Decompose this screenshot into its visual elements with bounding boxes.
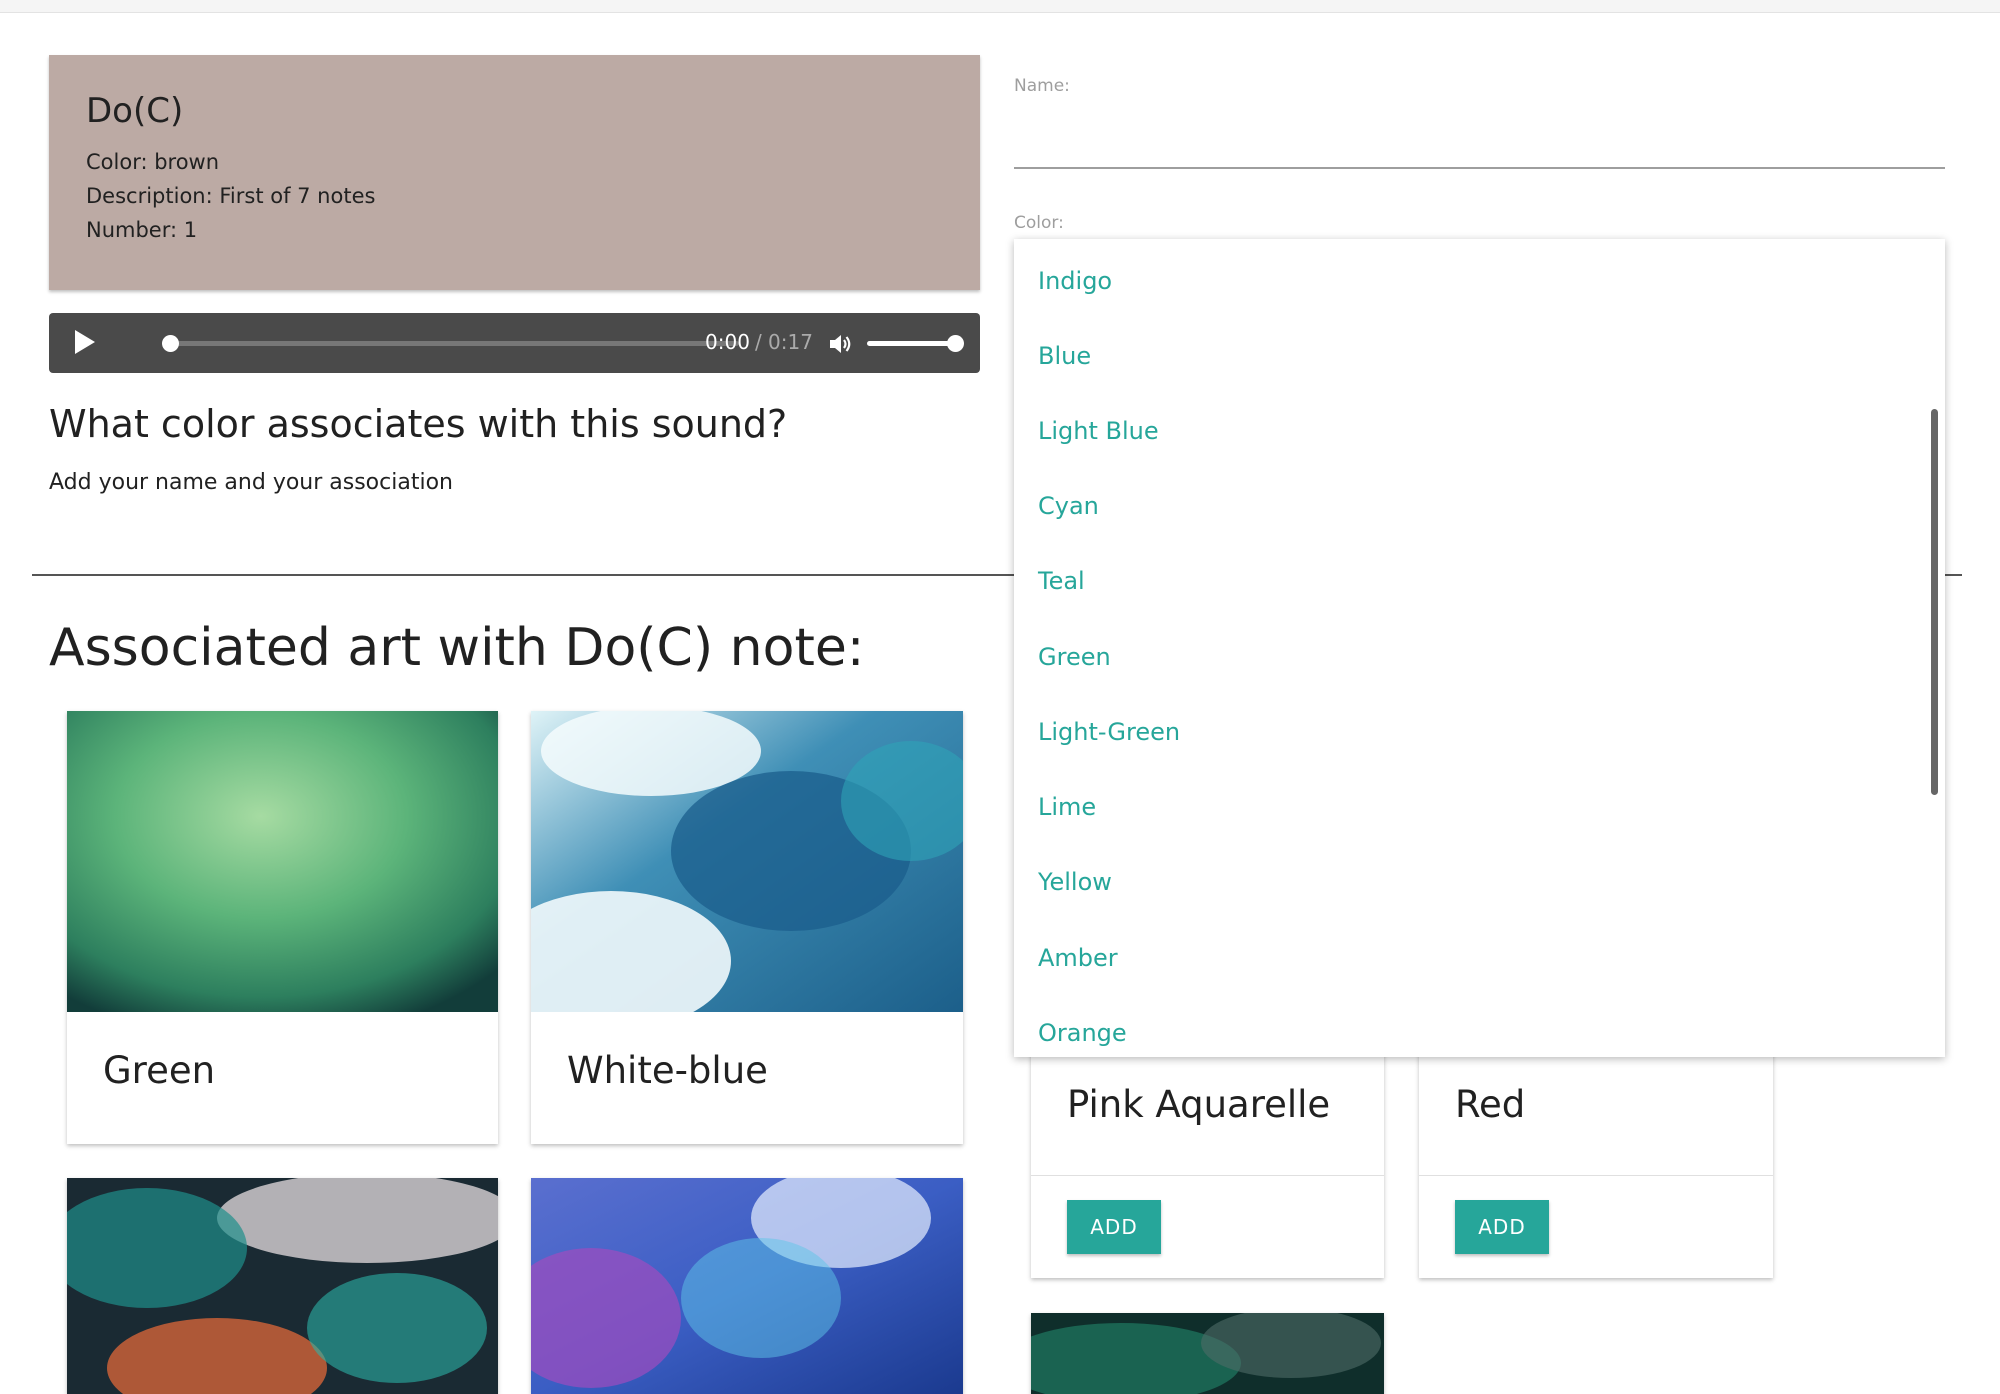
color-option-lime[interactable]: Lime — [1038, 793, 1096, 821]
association-instruction: Add your name and your association — [49, 470, 453, 495]
note-info-card: Do(C) Color: brown Description: First of… — [49, 55, 980, 290]
add-button[interactable]: ADD — [1067, 1200, 1161, 1254]
volume-slider[interactable] — [867, 335, 964, 352]
art-card-label: Red — [1455, 1083, 1526, 1126]
color-label: Color: — [1014, 213, 1064, 233]
browser-top-bar — [0, 0, 2000, 13]
association-question: What color associates with this sound? — [49, 402, 788, 446]
note-color: Color: brown — [86, 150, 220, 174]
name-input[interactable] — [1014, 95, 1945, 169]
art-card-dark-abstract[interactable] — [67, 1178, 498, 1394]
art-card-label: White-blue — [567, 1049, 768, 1092]
card-action-divider — [1419, 1175, 1773, 1176]
color-option-cyan[interactable]: Cyan — [1038, 492, 1099, 520]
note-description: Description: First of 7 notes — [86, 184, 376, 208]
name-label: Name: — [1014, 76, 1070, 96]
color-option-teal[interactable]: Teal — [1038, 567, 1085, 595]
audio-player: 0:00 / 0:17 — [49, 313, 980, 373]
color-option-light-blue[interactable]: Light Blue — [1038, 417, 1159, 445]
add-button[interactable]: ADD — [1455, 1200, 1549, 1254]
duration-time: 0:17 — [768, 330, 813, 354]
green-art-image — [67, 711, 498, 1012]
color-option-green[interactable]: Green — [1038, 643, 1111, 671]
time-separator: / — [755, 330, 762, 354]
seek-bar[interactable] — [162, 335, 739, 352]
volume-icon[interactable] — [827, 331, 853, 357]
dropdown-scrollbar[interactable] — [1931, 409, 1938, 795]
associated-art-title: Associated art with Do(C) note: — [49, 618, 865, 678]
art-card-dark-green[interactable] — [1031, 1313, 1384, 1394]
art-card-galaxy[interactable] — [531, 1178, 963, 1394]
white-blue-art-image — [531, 711, 963, 1012]
color-dropdown[interactable]: Indigo Blue Light Blue Cyan Teal Green L… — [1014, 239, 1945, 1057]
art-card-white-blue[interactable]: White-blue — [531, 711, 963, 1144]
seek-thumb[interactable] — [162, 335, 179, 352]
color-option-orange[interactable]: Orange — [1038, 1019, 1127, 1047]
art-card-green[interactable]: Green — [67, 711, 498, 1144]
color-option-amber[interactable]: Amber — [1038, 944, 1118, 972]
galaxy-art-image — [531, 1178, 963, 1394]
dark-green-art-image — [1031, 1313, 1384, 1394]
color-option-yellow[interactable]: Yellow — [1038, 868, 1112, 896]
volume-thumb[interactable] — [947, 335, 964, 352]
color-option-blue[interactable]: Blue — [1038, 342, 1091, 370]
color-option-indigo[interactable]: Indigo — [1038, 267, 1112, 295]
note-title: Do(C) — [86, 91, 184, 131]
color-option-light-green[interactable]: Light-Green — [1038, 718, 1180, 746]
note-number: Number: 1 — [86, 218, 198, 242]
art-card-label: Pink Aquarelle — [1067, 1083, 1331, 1126]
art-card-label: Green — [103, 1049, 216, 1092]
dark-abstract-art-image — [67, 1178, 498, 1394]
play-icon[interactable] — [75, 330, 95, 354]
card-action-divider — [1031, 1175, 1384, 1176]
current-time: 0:00 — [705, 330, 750, 354]
